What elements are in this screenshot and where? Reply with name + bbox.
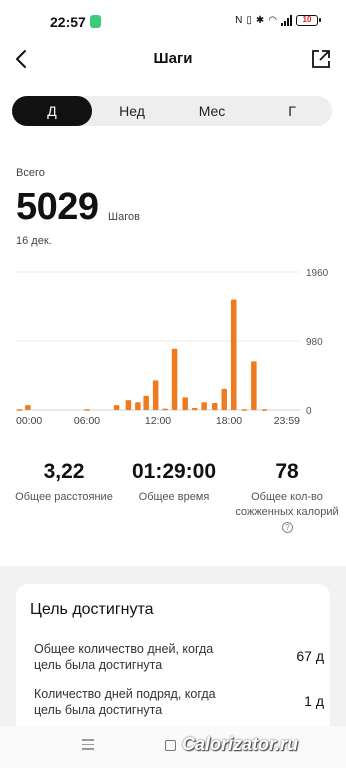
goal-card: Цель достигнута Общее количество дней, к… [16,584,330,734]
chart-bar [113,405,120,410]
chart-y-tick: 1960 [306,268,329,279]
distance-label: Общее расстояние [15,491,113,503]
recent-apps-button[interactable] [82,739,94,751]
nfc-icon: N [235,15,243,26]
chart-bar [230,299,237,410]
goal-row-streak: Количество дней подряд, когда цель была … [34,686,324,718]
chart-bar [261,409,268,411]
battery-icon: 10 [296,15,321,26]
period-tabs: Д Нед Мес Г [12,96,332,126]
calories-label: Общее кол-во сожженных калорий [235,491,339,518]
time-value: 01:29:00 [131,460,217,483]
tab-year[interactable]: Г [252,96,332,126]
chart-bar [201,402,207,410]
chart-bar [84,409,90,411]
distance-value: 3,22 [43,460,85,483]
header: Шаги [0,44,346,76]
steps-total: 5029 [16,186,99,228]
goal-row-label: Количество дней подряд, когда цель была … [34,687,216,717]
goal-row-total-days: Общее количество дней, когда цель была д… [34,641,324,673]
help-icon[interactable]: ? [282,521,293,533]
chart-x-tick: 23:59 [274,415,300,427]
goal-row-value: 1 д [304,693,324,709]
chart-y-tick: 980 [306,337,323,348]
chart-bar [143,395,149,410]
chart-bar [191,407,198,410]
chart-bar [135,402,141,410]
stat-calories: 78 Общее кол-во сожженных калорий? [232,460,342,535]
chart-bar [221,388,228,410]
calories-label-wrap: Общее кол-во сожженных калорий? [232,490,342,535]
calories-value: 78 [275,460,299,483]
system-nav-bar: Calorizator.ru [0,726,346,768]
time-label: Общее время [138,491,210,503]
chart-bar [25,405,31,410]
chart-bar [182,397,188,410]
steps-chart: 1960 980 0 00:00 06:00 12:00 18:00 23:59 [16,268,329,427]
chart-bar [152,380,159,410]
stat-distance: 3,22 Общее расстояние [4,460,124,505]
page-title: Шаги [153,50,193,67]
date-label: 16 дек. [16,235,52,247]
chart-bar [16,409,23,411]
chart-x-tick: 18:00 [216,415,242,427]
chart-bar [162,408,168,411]
chart-bar [125,400,132,410]
chart-bar [171,348,178,410]
status-time: 22:57 [50,14,86,30]
steps-unit: Шагов [108,211,140,223]
chart-x-tick: 00:00 [16,415,42,427]
status-bar: 22:57 N ▯ ✱ ◠ 10 [0,0,346,44]
watermark: Calorizator.ru [182,734,299,754]
home-button[interactable] [165,740,176,751]
chart-y-tick: 0 [306,406,312,417]
goal-title: Цель достигнута [30,601,154,618]
signal-icon [281,15,292,26]
stat-time: 01:29:00 Общее время [112,460,236,505]
goal-section: Цель достигнута Общее количество дней, к… [0,566,346,734]
tab-week[interactable]: Нед [92,96,172,126]
tab-month[interactable]: Мес [172,96,252,126]
status-icons: N ▯ ✱ ◠ 10 [235,15,321,26]
tab-day[interactable]: Д [12,96,92,126]
share-icon[interactable] [310,48,332,70]
goal-row-label: Общее количество дней, когда цель была д… [34,642,214,672]
chart-bar [212,402,218,410]
wifi-icon: ◠ [268,15,277,26]
chart-bar [251,361,257,410]
chart-x-tick: 12:00 [145,415,171,427]
chart-bar [241,409,248,411]
app-notification-icon [90,15,101,28]
chart-x-tick: 06:00 [74,415,100,427]
goal-row-value: 67 д [296,648,324,664]
bluetooth-icon: ✱ [255,15,265,26]
total-label: Всего [16,167,45,179]
vibrate-icon: ▯ [246,15,252,26]
